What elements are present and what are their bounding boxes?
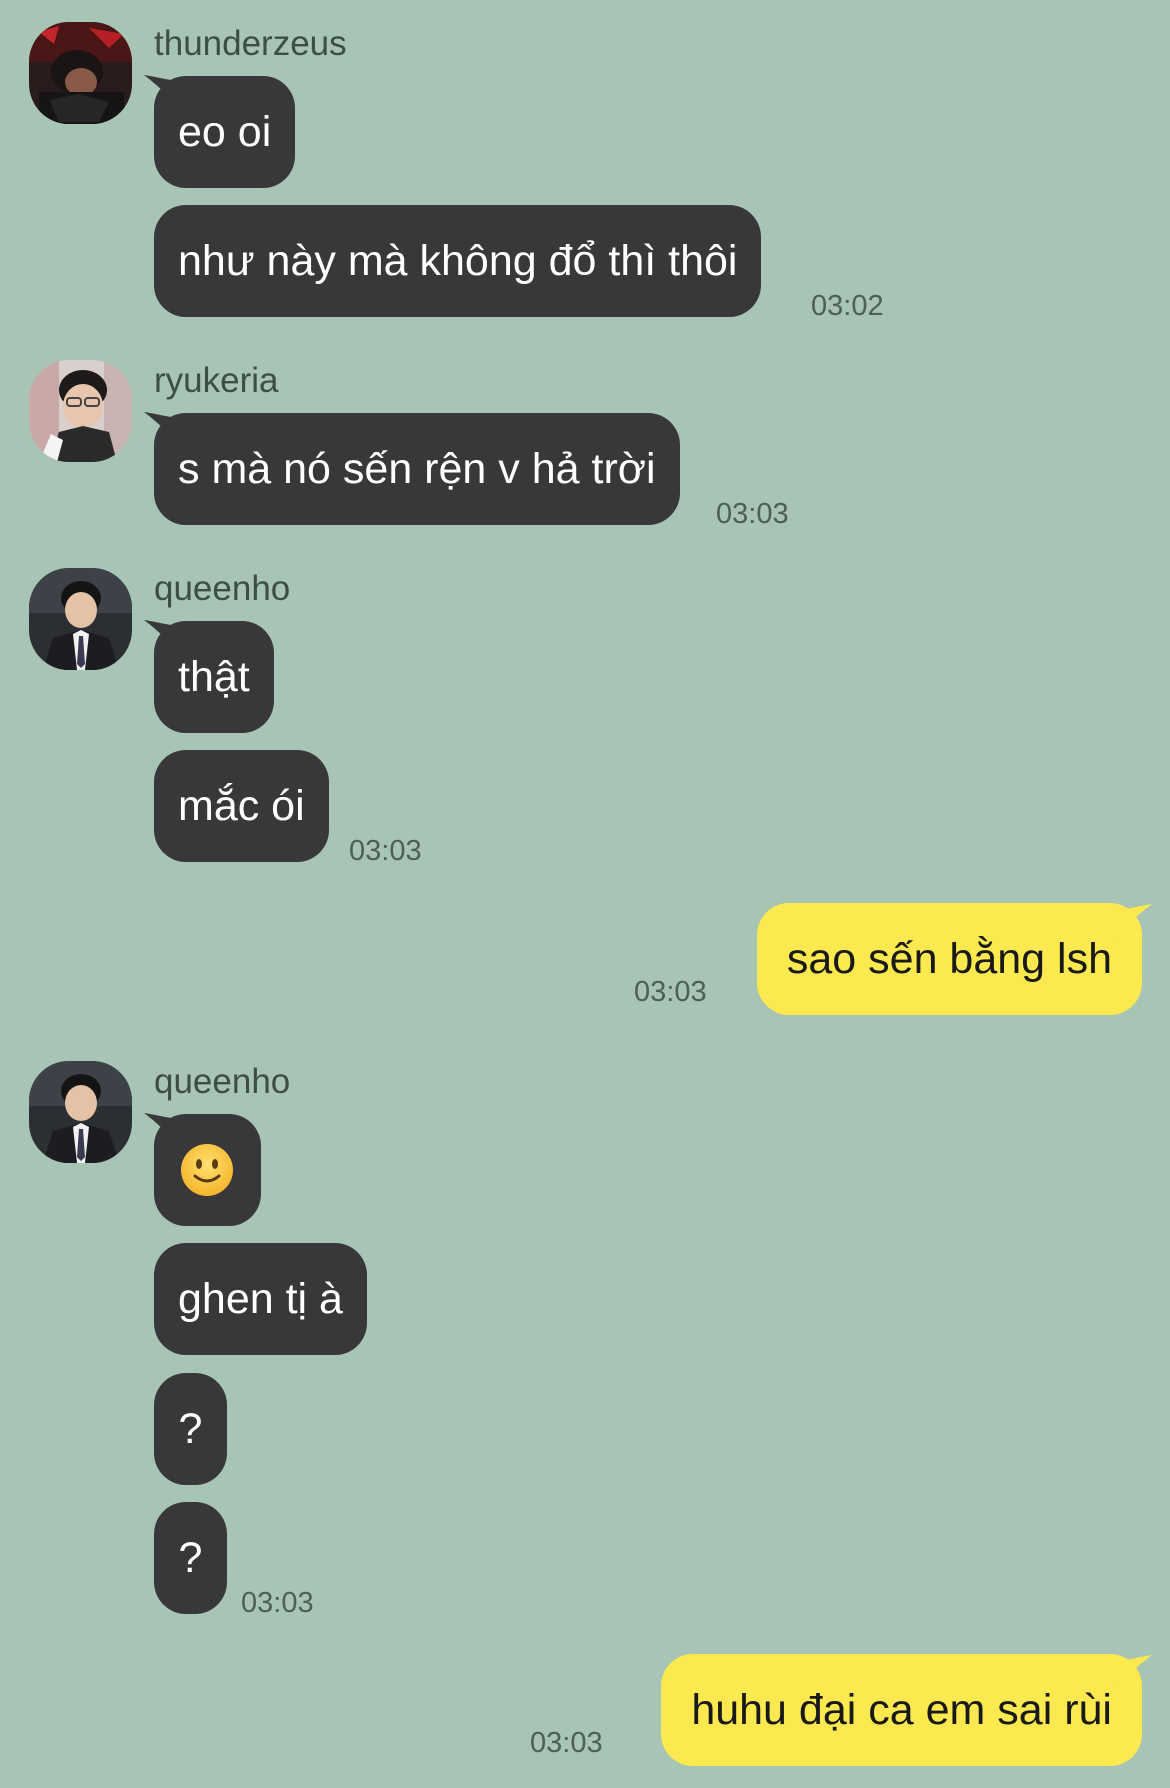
message-timestamp: 03:03 [349, 835, 422, 867]
sender-name: queenho [154, 1062, 291, 1101]
message-text: ? [178, 1405, 203, 1453]
sender-name: ryukeria [154, 361, 279, 400]
message-bubble[interactable]: s mà nó sến rện v hả trời [154, 413, 680, 525]
message-bubble[interactable]: thật [154, 621, 274, 733]
avatar-thunderzeus[interactable] [29, 22, 132, 124]
message-text: thật [178, 653, 250, 701]
message-text: như này mà không đổ thì thôi [178, 237, 738, 285]
outgoing-message-bubble[interactable]: huhu đại ca em sai rùi [661, 1654, 1142, 1766]
message-timestamp: 03:03 [530, 1727, 603, 1759]
message-timestamp: 03:03 [716, 498, 789, 530]
avatar-queenho[interactable] [29, 1061, 132, 1163]
message-bubble[interactable]: ghen tị à [154, 1243, 367, 1355]
message-timestamp: 03:03 [241, 1587, 314, 1619]
profile-photo-icon [29, 360, 132, 462]
message-text: ? [178, 1534, 203, 1582]
avatar-ryukeria[interactable] [29, 360, 132, 462]
message-text: eo oi [178, 108, 272, 156]
message-text: mắc ói [178, 782, 305, 830]
message-text: s mà nó sến rện v hả trời [178, 445, 656, 493]
slightly-smiling-face-icon [181, 1144, 233, 1196]
message-bubble[interactable]: eo oi [154, 76, 296, 188]
sender-name: queenho [154, 569, 291, 608]
message-bubble[interactable]: mắc ói [154, 750, 329, 862]
message-bubble[interactable]: như này mà không đổ thì thôi [154, 205, 762, 317]
bubble-tail [1112, 1655, 1152, 1695]
message-timestamp: 03:03 [634, 976, 707, 1008]
message-bubble[interactable]: ? [154, 1373, 227, 1485]
message-bubble[interactable]: ? [154, 1502, 227, 1614]
message-text: huhu đại ca em sai rùi [691, 1686, 1112, 1734]
chat-thread: thunderzeus eo oi như này mà không đổ th… [0, 0, 1170, 1788]
message-text: ghen tị à [178, 1275, 343, 1323]
bubble-tail [1112, 904, 1152, 944]
avatar-queenho[interactable] [29, 568, 132, 670]
profile-photo-icon [29, 22, 132, 124]
outgoing-message-bubble[interactable]: sao sến bằng lsh [756, 903, 1142, 1015]
sender-name: thunderzeus [154, 24, 347, 63]
message-text: sao sến bằng lsh [786, 935, 1112, 983]
message-timestamp: 03:02 [811, 290, 884, 322]
profile-photo-icon [29, 1061, 132, 1163]
profile-photo-icon [29, 568, 132, 670]
message-bubble[interactable] [154, 1114, 261, 1226]
